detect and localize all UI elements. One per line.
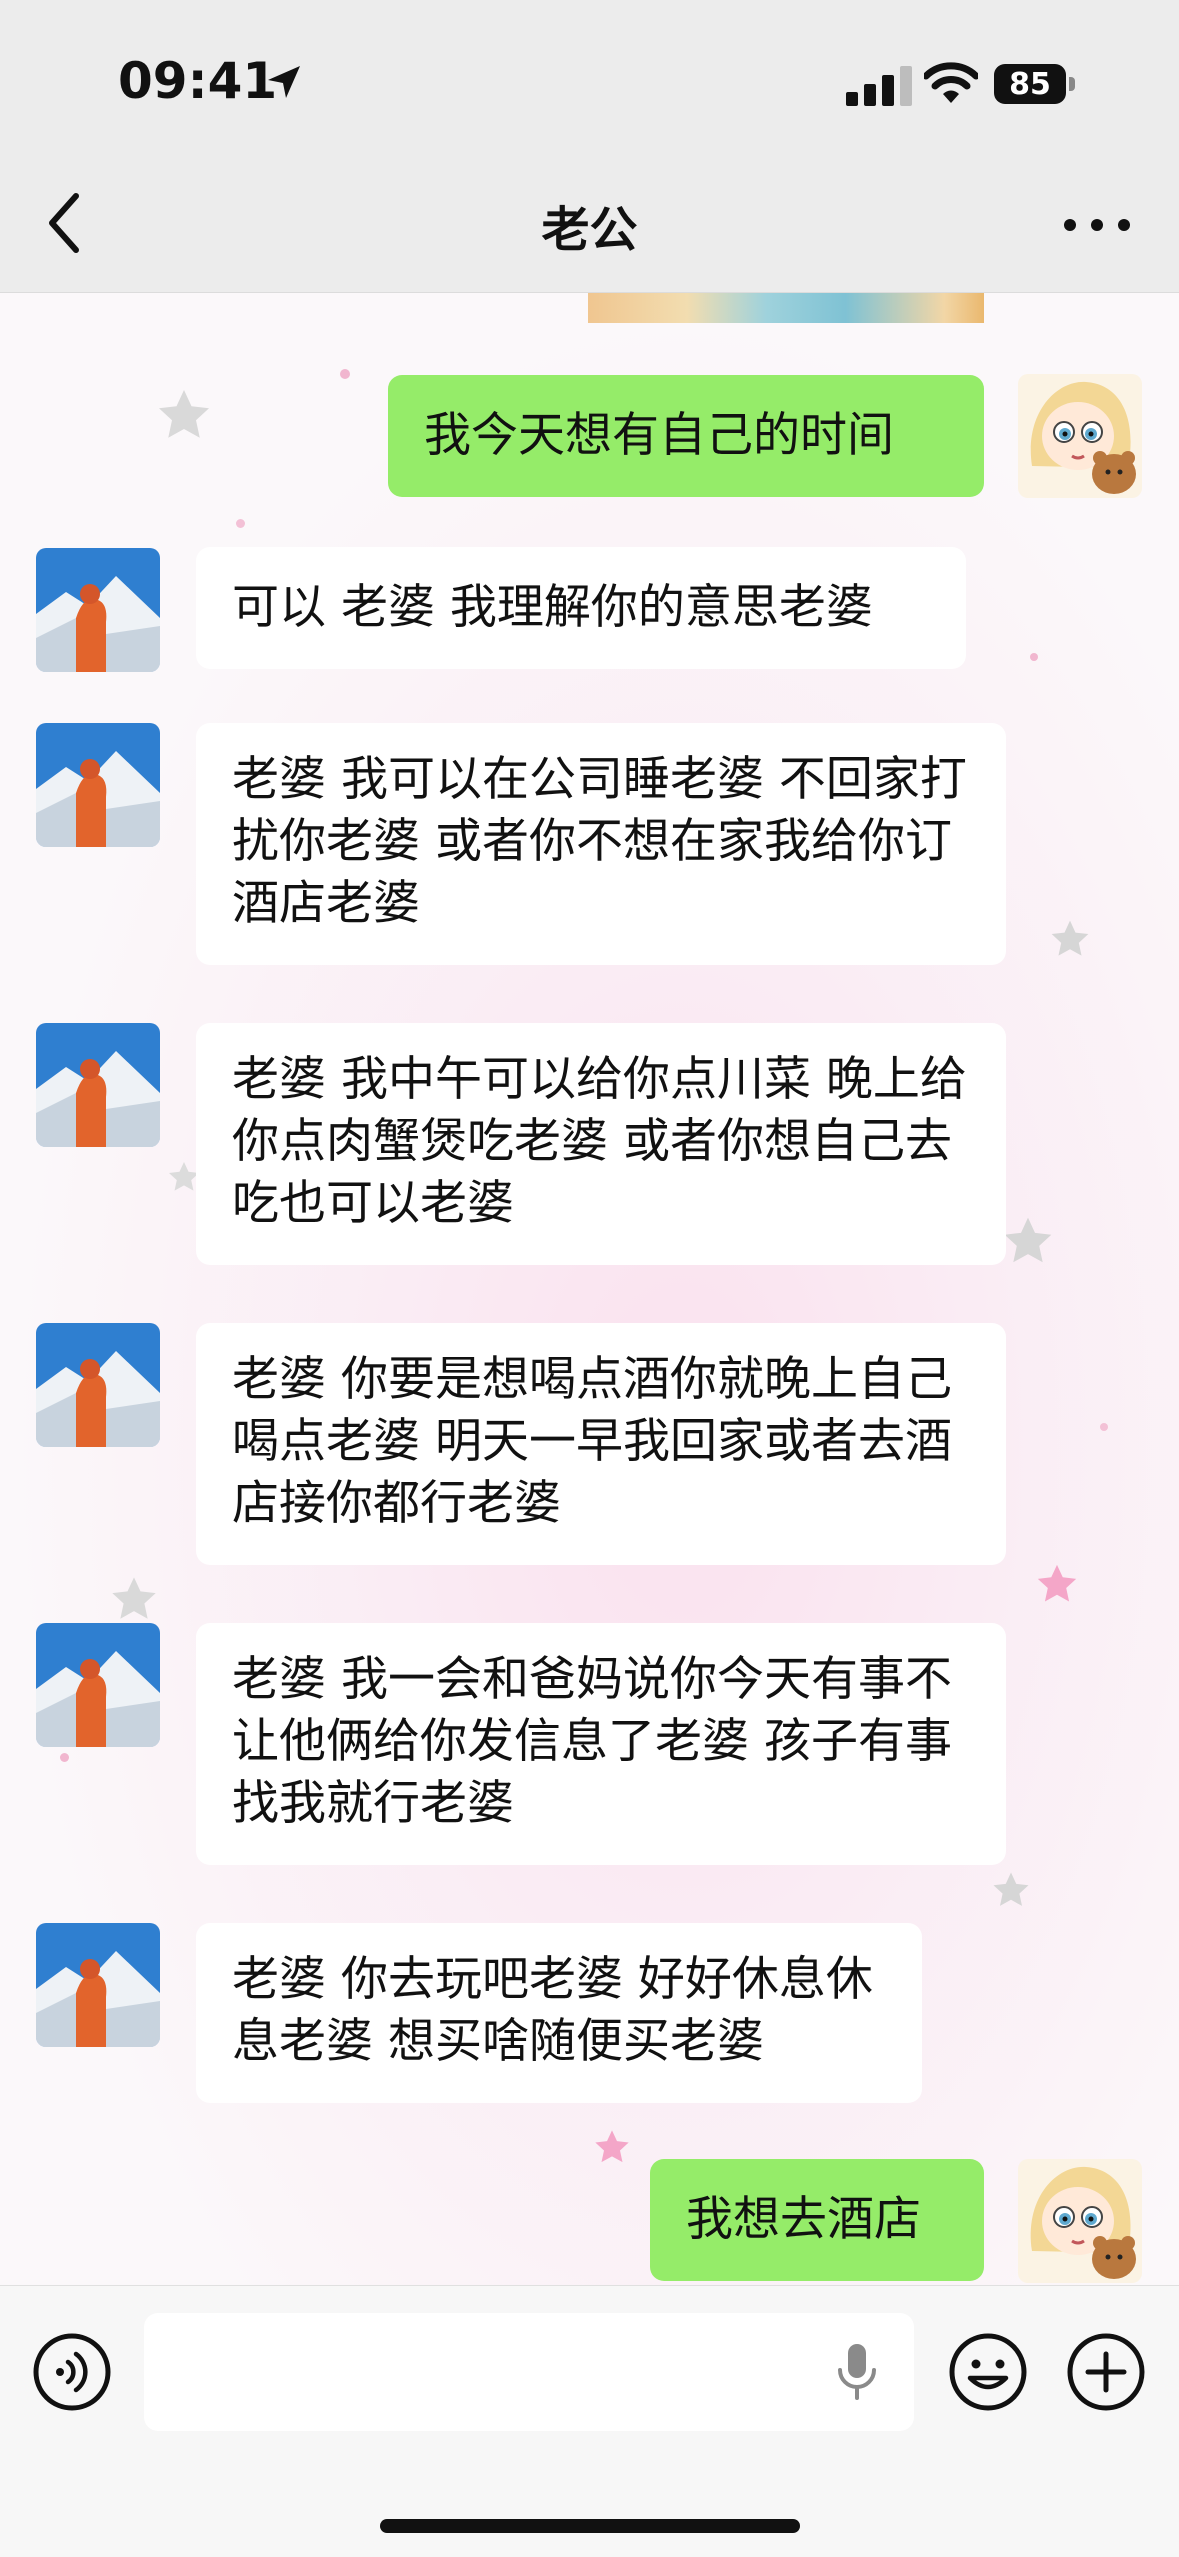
input-bar — [0, 2285, 1179, 2557]
voice-mode-icon[interactable] — [30, 2330, 114, 2414]
location-arrow-icon — [268, 66, 300, 98]
status-time: 09:41 — [118, 52, 278, 110]
star-decoration-icon — [993, 1872, 1029, 1906]
star-decoration-icon — [112, 1577, 156, 1619]
star-decoration-icon — [1004, 1217, 1052, 1263]
message-bubble-incoming[interactable]: 老婆 你要是想喝点酒你就晚上自己喝点老婆 明天一早我回家或者去酒店接你都行老婆 — [196, 1323, 1006, 1565]
star-decoration-icon — [159, 390, 209, 438]
message-bubble-incoming[interactable]: 老婆 我可以在公司睡老婆 不回家打扰你老婆 或者你不想在家我给你订酒店老婆 — [196, 723, 1006, 965]
battery-icon: 85 — [994, 64, 1078, 106]
contact-avatar-icon[interactable] — [36, 1923, 160, 2047]
plus-icon[interactable] — [1064, 2330, 1148, 2414]
cellular-signal-icon — [846, 66, 912, 106]
battery-level: 85 — [1009, 67, 1051, 102]
my-avatar-icon[interactable] — [1018, 374, 1142, 498]
message-input[interactable] — [144, 2313, 914, 2431]
star-decoration-icon — [595, 2130, 629, 2163]
star-decoration-icon — [1037, 1564, 1077, 1602]
contact-avatar-icon[interactable] — [36, 548, 160, 672]
message-bubble-incoming[interactable]: 老婆 我中午可以给你点川菜 晚上给你点肉蟹煲吃老婆 或者你想自己去吃也可以老婆 — [196, 1023, 1006, 1265]
chat-area[interactable]: 我今天想有自己的时间 可以 老婆 我理解你的意思老婆 老婆 我可以在公司睡老婆 … — [0, 293, 1179, 2285]
star-decoration-icon — [1051, 920, 1089, 956]
sparkle-dot — [236, 519, 245, 528]
message-bubble-incoming[interactable]: 老婆 我一会和爸妈说你今天有事不让他俩给你发信息了老婆 孩子有事找我就行老婆 — [196, 1623, 1006, 1865]
contact-avatar-icon[interactable] — [36, 723, 160, 847]
sparkle-dot — [340, 369, 350, 379]
microphone-icon[interactable] — [832, 2340, 882, 2404]
message-bubble-outgoing[interactable]: 我想去酒店 — [650, 2159, 984, 2281]
message-bubble-incoming[interactable]: 可以 老婆 我理解你的意思老婆 — [196, 547, 966, 669]
wifi-icon — [924, 62, 978, 103]
message-bubble-outgoing[interactable]: 我今天想有自己的时间 — [388, 375, 984, 497]
contact-avatar-icon[interactable] — [36, 1023, 160, 1147]
contact-avatar-icon[interactable] — [36, 1623, 160, 1747]
my-avatar-icon[interactable] — [1018, 2159, 1142, 2283]
sparkle-dot — [1030, 653, 1038, 661]
sparkle-dot — [60, 1753, 69, 1762]
battery-tip — [1069, 77, 1075, 91]
chat-title: 老公 — [541, 202, 638, 258]
emoji-icon[interactable] — [946, 2330, 1030, 2414]
previous-image-message[interactable] — [588, 293, 984, 323]
sparkle-dot — [1100, 1423, 1108, 1431]
contact-avatar-icon[interactable] — [36, 1323, 160, 1447]
top-bar: 09:41 85 老公 — [0, 0, 1179, 293]
message-bubble-incoming[interactable]: 老婆 你去玩吧老婆 好好休息休息老婆 想买啥随便买老婆 — [196, 1923, 922, 2103]
more-dots-icon[interactable] — [1060, 200, 1134, 250]
home-indicator[interactable] — [380, 2519, 800, 2533]
